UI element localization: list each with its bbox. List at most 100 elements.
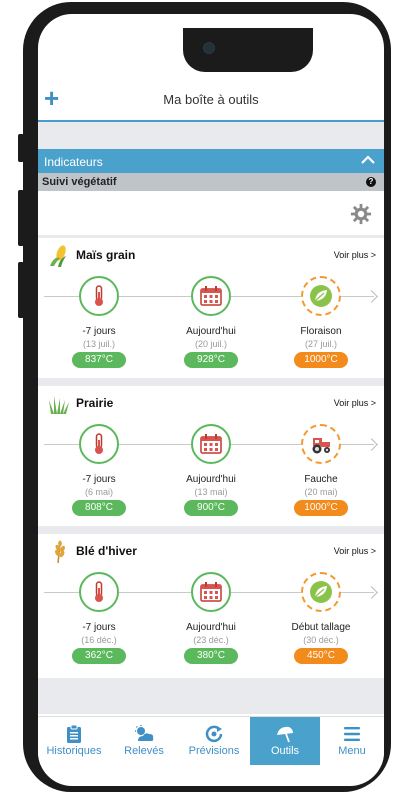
stage-label: -7 jours	[82, 622, 116, 633]
stage-circle	[191, 572, 231, 612]
calendar-icon	[200, 582, 222, 602]
app-screen: + Ma boîte à outils Indicateurs Suivi vé…	[38, 14, 384, 786]
crop-name: Blé d'hiver	[76, 544, 137, 558]
voir-plus-link[interactable]: Voir plus >	[334, 398, 376, 408]
wheat-icon	[55, 540, 65, 564]
stage-future: Fauche (20 mai) 1000°C	[276, 424, 366, 516]
settings-row	[38, 191, 384, 235]
temperature-badge: 808°C	[72, 500, 126, 516]
page-title: Ma boîte à outils	[163, 92, 259, 107]
crop-name: Maïs grain	[76, 248, 136, 262]
stage-date: (27 juil.)	[304, 339, 337, 349]
crop-name: Prairie	[76, 396, 114, 410]
nav-menu[interactable]: Menu	[320, 717, 384, 765]
stage-circle	[301, 572, 341, 612]
weather-icon	[135, 725, 154, 741]
section-title: Indicateurs	[44, 155, 103, 169]
stage-date: (20 mai)	[304, 487, 338, 497]
forecast-icon	[205, 725, 223, 743]
nav-releves[interactable]: Relevés	[110, 717, 178, 765]
stage-circle	[79, 276, 119, 316]
nav-label: Menu	[338, 745, 366, 757]
calendar-icon	[200, 286, 222, 306]
timeline-arrow-icon	[365, 438, 378, 451]
volume-up-button	[18, 190, 24, 246]
stage-date: (30 déc.)	[303, 635, 339, 645]
temperature-badge: 450°C	[294, 648, 348, 664]
stage-label: Aujourd'hui	[186, 474, 236, 485]
section-subtitle: Suivi végétatif	[42, 176, 117, 188]
temperature-badge: 900°C	[184, 500, 238, 516]
indicateurs-header[interactable]: Indicateurs	[38, 149, 384, 173]
nav-historiques[interactable]: Historiques	[38, 717, 110, 765]
calendar-icon	[200, 434, 222, 454]
stage-future: Floraison (27 juil.) 1000°C	[276, 276, 366, 368]
corn-icon	[50, 245, 66, 267]
stage-label: Aujourd'hui	[186, 326, 236, 337]
stage-past: -7 jours (6 mai) 808°C	[54, 424, 144, 516]
stage-past: -7 jours (16 déc.) 362°C	[54, 572, 144, 664]
leaf-icon	[310, 581, 332, 603]
stage-circle	[301, 276, 341, 316]
notch	[183, 28, 313, 72]
volume-down-button	[18, 262, 24, 318]
stage-today: Aujourd'hui (23 déc.) 380°C	[166, 572, 256, 664]
thermometer-icon	[95, 433, 103, 454]
thermometer-icon	[95, 581, 103, 602]
crop-card-prairie: Prairie Voir plus > -7 jours (6 mai) 808…	[38, 386, 384, 526]
stage-label: Floraison	[300, 326, 342, 337]
clipboard-icon	[67, 725, 81, 743]
stage-circle	[301, 424, 341, 464]
stage-label: Aujourd'hui	[186, 622, 236, 633]
timeline-arrow-icon	[365, 586, 378, 599]
nav-label: Prévisions	[188, 745, 240, 757]
stage-today: Aujourd'hui (13 mai) 900°C	[166, 424, 256, 516]
thermometer-icon	[95, 285, 103, 306]
temperature-badge: 1000°C	[294, 500, 348, 516]
umbrella-icon	[277, 726, 293, 743]
stage-circle	[191, 276, 231, 316]
temperature-badge: 1000°C	[294, 352, 348, 368]
gear-icon[interactable]	[350, 203, 372, 225]
grass-icon	[49, 396, 69, 414]
camera-icon	[203, 42, 215, 54]
stage-date: (13 mai)	[194, 487, 228, 497]
nav-label: Historiques	[46, 745, 102, 757]
temperature-badge: 380°C	[184, 648, 238, 664]
stage-date: (13 juil.)	[82, 339, 115, 349]
stage-label: Début tallage	[291, 622, 351, 633]
stage-date: (20 juil.)	[194, 339, 227, 349]
mute-switch	[18, 134, 24, 162]
stage-circle	[79, 572, 119, 612]
temperature-badge: 837°C	[72, 352, 126, 368]
stage-past: -7 jours (13 juil.) 837°C	[54, 276, 144, 368]
stage-date: (6 mai)	[84, 487, 113, 497]
stage-future: Début tallage (30 déc.) 450°C	[276, 572, 366, 664]
voir-plus-link[interactable]: Voir plus >	[334, 546, 376, 556]
stage-date: (16 déc.)	[81, 635, 117, 645]
nav-outils[interactable]: Outils	[250, 717, 320, 765]
help-icon[interactable]: ?	[366, 177, 376, 187]
leaf-icon	[310, 285, 332, 307]
voir-plus-link[interactable]: Voir plus >	[334, 250, 376, 260]
crop-card-ble: Blé d'hiver Voir plus > -7 jours (16 déc…	[38, 534, 384, 678]
stage-label: Fauche	[304, 474, 338, 485]
suivi-vegetatif-header: Suivi végétatif ?	[38, 173, 384, 191]
nav-label: Outils	[270, 745, 300, 757]
tractor-icon	[312, 438, 330, 454]
stage-today: Aujourd'hui (20 juil.) 928°C	[166, 276, 256, 368]
bottom-nav: Historiques Relevés Prévisions Outils Me…	[38, 716, 384, 765]
stage-circle	[191, 424, 231, 464]
nav-label: Relevés	[124, 745, 164, 757]
stage-circle	[79, 424, 119, 464]
temperature-badge: 928°C	[184, 352, 238, 368]
timeline-arrow-icon	[365, 290, 378, 303]
stage-label: -7 jours	[82, 326, 116, 337]
stage-date: (23 déc.)	[193, 635, 229, 645]
chevron-up-icon[interactable]	[360, 152, 376, 168]
stage-label: -7 jours	[82, 474, 116, 485]
nav-previsions[interactable]: Prévisions	[178, 717, 250, 765]
app-header: + Ma boîte à outils	[38, 80, 384, 122]
menu-icon	[344, 727, 360, 741]
crop-card-mais: Maïs grain Voir plus > -7 jours (13 juil…	[38, 238, 384, 378]
